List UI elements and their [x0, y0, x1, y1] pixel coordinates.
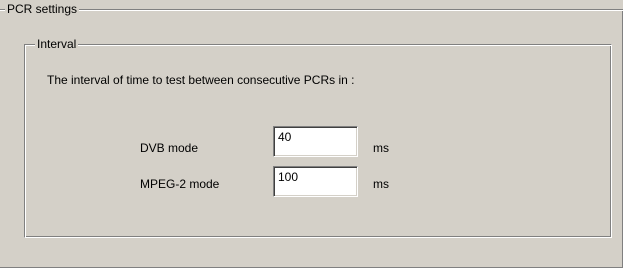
pcr-settings-panel: { "pcr_settings": { "title": "PCR settin…	[0, 0, 623, 269]
pcr-settings-title: PCR settings	[5, 2, 80, 16]
mpeg2-mode-label: MPEG-2 mode	[140, 177, 220, 191]
interval-description: The interval of time to test between con…	[47, 73, 355, 87]
mpeg2-mode-unit: ms	[373, 177, 389, 191]
mpeg2-mode-input[interactable]: 100	[273, 166, 358, 197]
interval-title: Interval	[35, 37, 79, 51]
dvb-mode-unit: ms	[373, 141, 389, 155]
dvb-mode-input[interactable]: 40	[273, 126, 358, 157]
dvb-mode-label: DVB mode	[140, 141, 199, 155]
